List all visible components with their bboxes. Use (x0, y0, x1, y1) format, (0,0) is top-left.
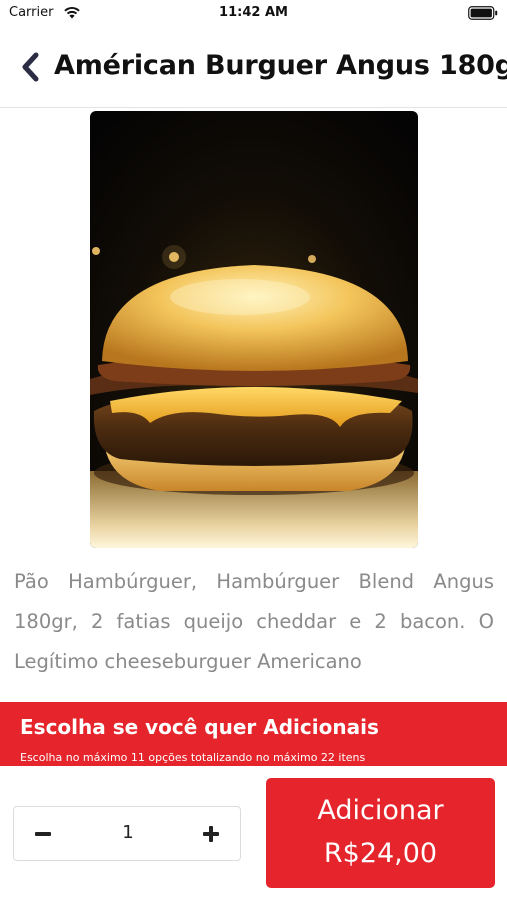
addons-section-header[interactable]: Escolha se você quer Adicionais Escolha … (0, 702, 507, 766)
addons-title: Escolha se você quer Adicionais (20, 715, 379, 739)
status-bar: Carrier 11:42 AM (0, 0, 507, 28)
add-button-label: Adicionar (317, 795, 444, 826)
increase-quantity-button[interactable] (190, 813, 232, 855)
plus-icon (203, 826, 219, 842)
quantity-value: 1 (122, 822, 134, 843)
status-time: 11:42 AM (219, 5, 288, 20)
minus-icon (35, 832, 51, 836)
page-title: Américan Burguer Angus 180gr (54, 50, 507, 81)
navigation-bar: Américan Burguer Angus 180gr (0, 28, 507, 108)
quantity-stepper: 1 (13, 806, 241, 861)
battery-icon (468, 6, 498, 20)
product-image (90, 111, 418, 548)
add-button-price: R$24,00 (323, 838, 438, 869)
chevron-left-icon[interactable] (18, 50, 44, 84)
decrease-quantity-button[interactable] (22, 813, 64, 855)
addons-subtitle: Escolha no máximo 11 opções totalizando … (20, 751, 366, 764)
product-description: Pão Hambúrguer, Hambúrguer Blend Angus 1… (14, 570, 494, 673)
add-to-cart-button[interactable]: Adicionar R$24,00 (266, 778, 495, 888)
footer-bar: 1 Adicionar R$24,00 (0, 766, 507, 900)
